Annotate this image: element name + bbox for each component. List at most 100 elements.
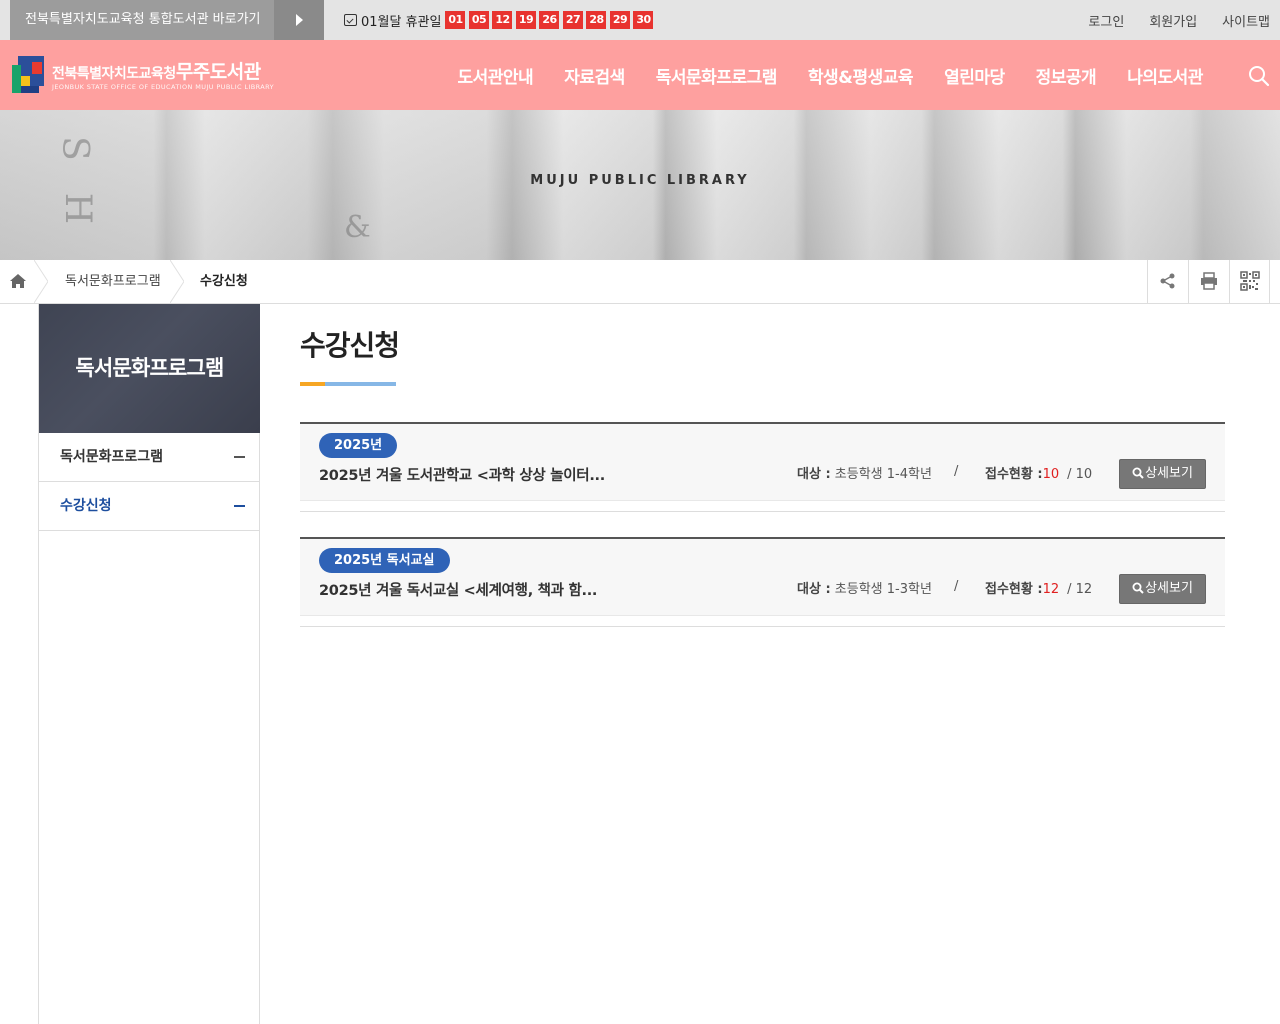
login-link[interactable]: 로그인 <box>1088 11 1124 30</box>
integrated-library-shortcut[interactable]: 전북특별자치도교육청 통합도서관 바로가기 <box>10 0 274 40</box>
nav-search[interactable]: 자료검색 <box>549 63 641 88</box>
registration-status: 접수현황 :10 / 10 <box>985 463 1092 482</box>
program-divider <box>300 626 1225 627</box>
sidebar-item-registration[interactable]: 수강신청 <box>39 482 259 531</box>
status-count: 10 <box>1042 467 1060 482</box>
target-value: 초등학생 1-4학년 <box>834 467 932 482</box>
closed-day: 12 <box>492 11 513 29</box>
top-utility-bar: 전북특별자치도교육청 통합도서관 바로가기 01월달 휴관일 01 05 12 … <box>0 0 1280 40</box>
join-link[interactable]: 회원가입 <box>1149 11 1197 30</box>
registration-status: 접수현황 :12 / 12 <box>985 578 1092 597</box>
target-label: 대상 : <box>797 582 831 597</box>
location-bar: 독서문화프로그램 수강신청 <box>0 260 1280 304</box>
breadcrumb-separator <box>34 260 48 303</box>
nav-open-forum[interactable]: 열린마당 <box>929 63 1021 88</box>
arrow-right-icon <box>296 14 303 26</box>
banner-title: MUJU PUBLIC LIBRARY <box>530 173 750 188</box>
closed-day: 28 <box>586 11 607 29</box>
nav-library-guide[interactable]: 도서관안내 <box>442 63 549 88</box>
left-sidebar: 독서문화프로그램 독서문화프로그램 수강신청 <box>38 304 260 1024</box>
program-title[interactable]: 2025년 겨울 독서교실 <세계여행, 책과 함... <box>319 579 597 600</box>
view-details-button[interactable]: 상세보기 <box>1119 459 1206 489</box>
breadcrumb-item[interactable]: 독서문화프로그램 <box>65 260 161 303</box>
closed-day: 05 <box>468 11 489 29</box>
logo-english-name: JEONBUK STATE OFFICE OF EDUCATION MUJU P… <box>52 83 275 91</box>
program-target: 대상 : 초등학생 1-3학년 <box>797 578 932 597</box>
status-label: 접수현황 : <box>985 467 1043 482</box>
banner-decoration: H <box>57 192 99 225</box>
program-item-body: 2025년 2025년 겨울 도서관학교 <과학 상상 놀이터... 대상 : … <box>300 424 1225 501</box>
library-name: 무주도서관 <box>175 61 261 83</box>
logo-mark-icon <box>12 56 44 93</box>
program-title[interactable]: 2025년 겨울 도서관학교 <과학 상상 놀이터... <box>319 464 605 485</box>
calendar-check-icon <box>344 14 357 26</box>
utility-links: 로그인 회원가입 사이트맵 <box>1063 0 1270 40</box>
minus-icon <box>234 505 245 507</box>
sidebar-item-reading-programs[interactable]: 독서문화프로그램 <box>39 433 259 482</box>
banner-decoration: S <box>53 136 95 161</box>
title-underline-blue <box>325 382 396 386</box>
nav-my-library[interactable]: 나의도서관 <box>1112 63 1219 88</box>
nav-reading-programs[interactable]: 독서문화프로그램 <box>640 63 792 88</box>
logo-text: 전북특별자치도교육청무주도서관 <box>52 57 261 84</box>
program-item: 2025년 독서교실 2025년 겨울 독서교실 <세계여행, 책과 함... … <box>300 537 1225 627</box>
field-separator: / <box>954 464 959 479</box>
closed-day: 27 <box>562 11 583 29</box>
share-icon <box>1160 273 1175 289</box>
program-divider <box>300 511 1225 512</box>
program-target: 대상 : 초등학생 1-4학년 <box>797 463 932 482</box>
banner-decoration: & <box>344 210 371 245</box>
shortcut-go-button[interactable] <box>274 0 324 40</box>
status-label: 접수현황 : <box>985 582 1043 597</box>
sub-visual-banner: S H & MUJU PUBLIC LIBRARY <box>0 110 1280 260</box>
org-prefix: 전북특별자치도교육청 <box>52 66 176 82</box>
qr-code-button[interactable] <box>1229 260 1270 303</box>
share-button[interactable] <box>1147 260 1188 303</box>
breadcrumb-current: 수강신청 <box>200 274 248 289</box>
print-icon <box>1201 272 1217 290</box>
view-details-label: 상세보기 <box>1145 466 1193 481</box>
closed-day: 26 <box>539 11 560 29</box>
status-count: 12 <box>1042 582 1060 597</box>
program-category-badge: 2025년 독서교실 <box>319 548 450 573</box>
closed-day: 30 <box>633 11 654 29</box>
closed-days-label: 01월달 휴관일 <box>361 14 442 30</box>
minus-icon <box>234 456 245 458</box>
sidebar-header: 독서문화프로그램 <box>39 304 260 433</box>
qr-code-icon <box>1240 271 1260 291</box>
sidebar-item-label: 독서문화프로그램 <box>60 449 164 465</box>
main-navigation: 도서관안내 자료검색 독서문화프로그램 학생&평생교육 열린마당 정보공개 나의… <box>442 40 1218 110</box>
program-item: 2025년 2025년 겨울 도서관학교 <과학 상상 놀이터... 대상 : … <box>300 422 1225 512</box>
site-header: 전북특별자치도교육청무주도서관 JEONBUK STATE OFFICE OF … <box>0 40 1280 110</box>
view-details-button[interactable]: 상세보기 <box>1119 574 1206 604</box>
magnifier-icon <box>1132 467 1144 479</box>
target-value: 초등학생 1-3학년 <box>834 582 932 597</box>
closed-day: 29 <box>609 11 630 29</box>
closed-day: 01 <box>445 11 466 29</box>
nav-student-lifelong-education[interactable]: 학생&평생교육 <box>792 63 928 88</box>
page-title: 수강신청 <box>300 329 400 362</box>
sitemap-link[interactable]: 사이트맵 <box>1222 11 1270 30</box>
title-underline-orange <box>300 382 325 386</box>
breadcrumb-separator <box>170 260 184 303</box>
status-total: / 12 <box>1067 582 1093 597</box>
closed-days-list: 01 05 12 19 26 27 28 29 30 <box>445 11 657 29</box>
field-separator: / <box>954 579 959 594</box>
program-category-badge: 2025년 <box>319 433 398 458</box>
home-icon[interactable] <box>0 260 36 303</box>
sidebar-item-label: 수강신청 <box>60 498 112 514</box>
sidebar-title: 독서문화프로그램 <box>75 356 224 380</box>
closed-day: 19 <box>515 11 536 29</box>
view-details-label: 상세보기 <box>1145 581 1193 596</box>
page-tools <box>1147 260 1270 303</box>
status-total: / 10 <box>1067 467 1093 482</box>
magnifier-icon <box>1132 582 1144 594</box>
site-logo[interactable]: 전북특별자치도교육청무주도서관 JEONBUK STATE OFFICE OF … <box>12 54 302 98</box>
title-underline <box>300 382 396 386</box>
search-icon[interactable] <box>1248 65 1270 87</box>
program-item-body: 2025년 독서교실 2025년 겨울 독서교실 <세계여행, 책과 함... … <box>300 539 1225 616</box>
nav-information-disclosure[interactable]: 정보공개 <box>1020 63 1112 88</box>
closed-days-notice: 01월달 휴관일 01 05 12 19 26 27 28 29 30 <box>344 10 657 30</box>
target-label: 대상 : <box>797 467 831 482</box>
print-button[interactable] <box>1188 260 1229 303</box>
